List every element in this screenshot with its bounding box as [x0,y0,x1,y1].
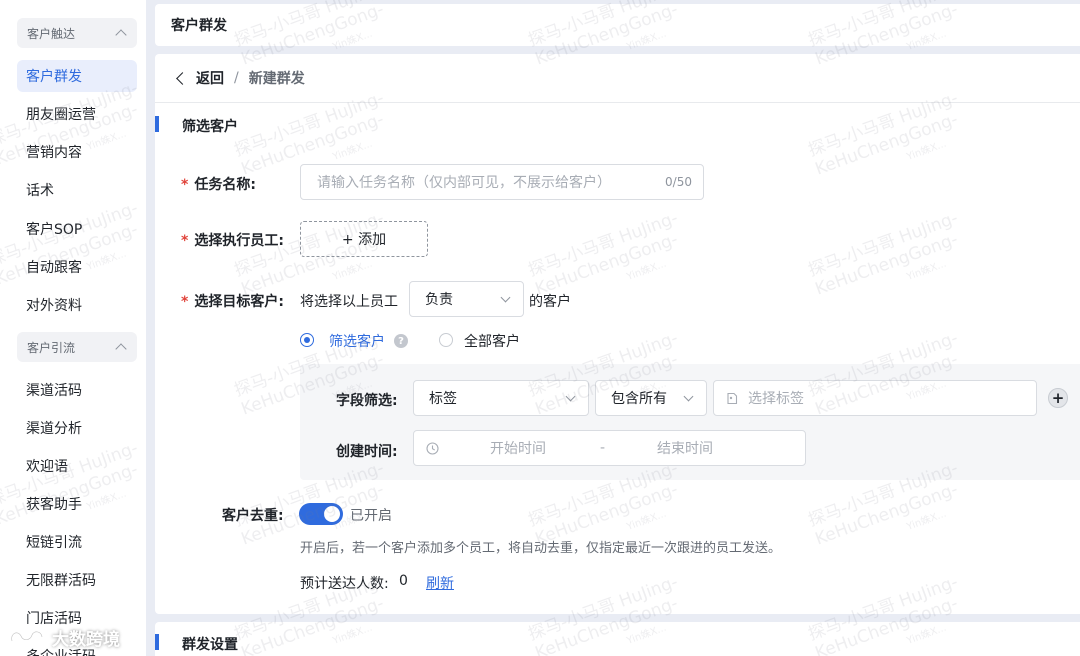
chevron-down-icon [500,292,511,303]
created-time-label: 创建时间: [336,444,398,460]
required-mark: * [181,294,189,310]
sidebar-item-label: 客户群发 [26,69,82,85]
staff-label: * 选择执行员工: [181,230,284,250]
sidebar-item-label: 渠道分析 [26,421,82,437]
target-label-text: 选择目标客户: [194,294,284,310]
tag-select-placeholder: 选择标签 [748,391,804,407]
radio-filter-customers[interactable] [300,333,314,347]
sidebar-item-short-link[interactable]: 短链引流 [17,526,137,558]
condition-select[interactable]: 包含所有 [595,380,707,416]
sidebar-item-acquisition-assistant[interactable]: 获客助手 [17,488,137,520]
task-name-label: * 任务名称: [181,174,256,194]
sidebar-item-label: 短链引流 [26,535,82,551]
target-label: * 选择目标客户: [181,291,284,311]
responsibility-select-value: 负责 [425,292,453,308]
task-name-placeholder: 请输入任务名称（仅内部可见，不展示给客户） [317,175,611,191]
refresh-link[interactable]: 刷新 [426,573,454,593]
breadcrumb: 返回 / 新建群发 [175,68,305,88]
sidebar-item-label: 自动跟客 [26,260,82,276]
brand-logo-icon [10,630,44,643]
radio-all-customers[interactable] [439,333,453,347]
field-filter-label: 字段筛选: [336,393,398,409]
sidebar-item-label: 无限群活码 [26,573,96,589]
dedupe-toggle[interactable] [299,503,343,525]
clock-icon [426,441,439,455]
brand-watermark: 大数跨境 [8,622,120,652]
tag-select-input[interactable]: 选择标签 [713,380,1037,416]
target-suffix-text: 的客户 [529,294,571,310]
sidebar-item-label: 客户SOP [26,222,83,238]
sidebar-item-mass-send[interactable]: 客户群发 [17,60,137,92]
dedupe-description: 开启后，若一个客户添加多个员工，将自动去重，仅指定最近一次跟进的员工发送。 [300,541,782,556]
help-icon[interactable]: ? [394,334,408,348]
field-select[interactable]: 标签 [413,380,589,416]
add-staff-label: + 添加 [341,232,387,248]
sidebar-item-scripts[interactable]: 话术 [17,174,137,206]
sidebar-item-label: 话术 [26,183,54,199]
responsibility-select[interactable]: 负责 [409,281,524,317]
time-range-dash: - [600,440,606,456]
sidebar-item-auto-follow[interactable]: 自动跟客 [17,251,137,283]
chevron-down-icon [683,391,694,402]
page-header: 客户群发 [155,4,1080,46]
required-mark: * [181,177,189,193]
chevron-up-icon [115,29,127,41]
sidebar-item-label: 获客助手 [26,497,82,513]
target-prefix-text: 将选择以上员工 [300,294,398,310]
task-name-input[interactable]: 请输入任务名称（仅内部可见，不展示给客户） 0/50 [300,164,704,200]
sidebar-item-channel-analysis[interactable]: 渠道分析 [17,412,137,444]
end-time-placeholder[interactable]: 结束时间 [657,438,713,458]
sidebar-item-moments[interactable]: 朋友圈运营 [17,98,137,130]
sidebar-item-label: 朋友圈运营 [26,107,96,123]
sidebar-group-label: 客户触达 [27,26,76,41]
required-mark: * [181,233,189,249]
sidebar-item-label: 营销内容 [26,145,82,161]
main-form-card: 返回 / 新建群发 筛选客户 * 任务名称: 请输入任务名称（仅内部可见，不展示给… [155,54,1080,614]
dedupe-label: 客户去重: [222,508,284,524]
sidebar-group-customer-reach[interactable]: 客户触达 [17,18,137,48]
estimate-count: 0 [399,573,408,589]
radio-all-customers-label[interactable]: 全部客户 [464,331,520,351]
breadcrumb-current: 新建群发 [248,71,305,87]
task-name-label-text: 任务名称: [194,177,256,193]
back-link[interactable]: 返回 [196,68,224,88]
estimate-label: 预计送达人数: [300,576,389,592]
condition-select-value: 包含所有 [611,391,667,407]
sidebar-item-marketing-content[interactable]: 营销内容 [17,136,137,168]
sidebar-item-label: 对外资料 [26,298,82,314]
sidebar-item-external-docs[interactable]: 对外资料 [17,289,137,321]
sidebar-item-unlimited-group-code[interactable]: 无限群活码 [17,564,137,596]
sidebar-item-customer-sop[interactable]: 客户SOP [17,213,137,245]
mass-send-settings-card: 群发设置 [155,622,1080,656]
created-time-range[interactable]: 开始时间 - 结束时间 [413,430,806,466]
chevron-left-icon[interactable] [176,71,189,85]
staff-label-text: 选择执行员工: [194,233,284,249]
chevron-down-icon [565,391,576,402]
brand-text: 大数跨境 [52,629,120,650]
section-title-mass-send-settings: 群发设置 [182,637,238,653]
section-accent-bar [155,116,159,132]
section-accent-bar [155,634,159,650]
filter-panel: 字段筛选: 标签 包含所有 选择标签 + 创建时间: 开始时间 - 结束时间 [300,364,1080,480]
sidebar-item-label: 渠道活码 [26,383,82,399]
sidebar-group-customer-acquisition[interactable]: 客户引流 [17,332,137,362]
sidebar-group-label: 客户引流 [27,340,76,355]
start-time-placeholder[interactable]: 开始时间 [490,438,546,458]
divider [155,102,1080,103]
sidebar-item-channel-code[interactable]: 渠道活码 [17,374,137,406]
sidebar-item-label: 欢迎语 [26,459,68,475]
tag-icon [727,392,738,404]
add-filter-button[interactable]: + [1048,388,1068,408]
chevron-up-icon [115,343,127,355]
field-select-value: 标签 [429,391,457,407]
radio-filter-customers-label[interactable]: 筛选客户 [329,331,385,351]
sidebar-item-welcome-msg[interactable]: 欢迎语 [17,450,137,482]
add-staff-button[interactable]: + 添加 [300,221,428,257]
page-title: 客户群发 [171,18,227,34]
dedupe-toggle-state: 已开启 [350,508,392,524]
breadcrumb-separator: / [234,70,239,86]
sidebar: 客户触达 客户群发 朋友圈运营 营销内容 话术 客户SOP 自动跟客 对外资料 … [0,0,146,656]
task-name-counter: 0/50 [665,175,692,189]
section-title-filter-customers: 筛选客户 [182,119,238,135]
